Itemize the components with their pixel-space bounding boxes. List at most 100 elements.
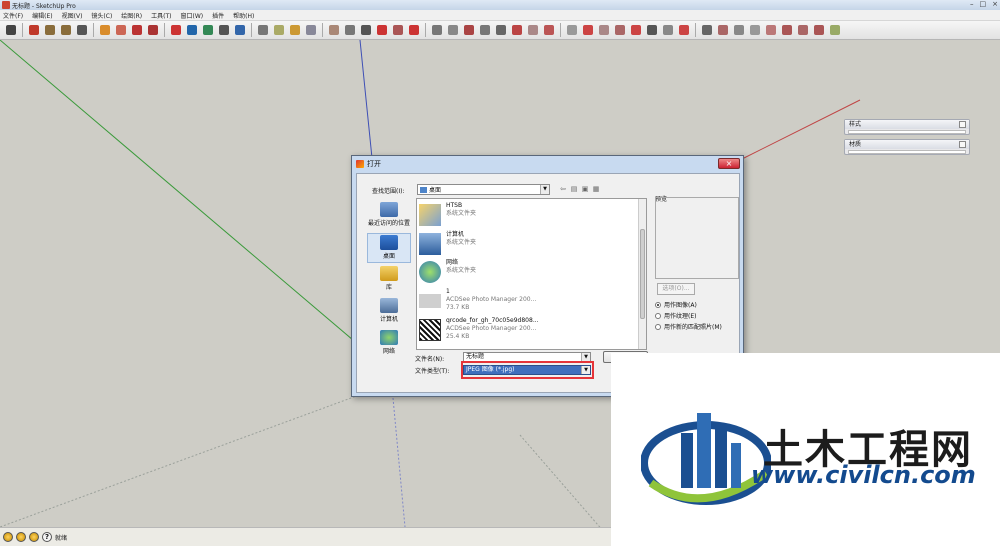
tool-icon-39[interactable] xyxy=(661,23,675,37)
options-button[interactable]: 选项(O)... xyxy=(657,283,695,295)
tool-icon-5[interactable] xyxy=(75,23,89,37)
tool-icon-41[interactable] xyxy=(700,23,714,37)
new-folder-icon[interactable]: ▣ xyxy=(581,185,589,193)
tool-icon-40[interactable] xyxy=(677,23,691,37)
tool-icon-31[interactable] xyxy=(526,23,540,37)
help-icon[interactable]: ? xyxy=(42,532,52,542)
place-library[interactable]: 库 xyxy=(367,265,411,295)
materials-panel[interactable]: 材质 xyxy=(844,139,970,155)
place-computer[interactable]: 计算机 xyxy=(367,297,411,327)
tool-icon-34[interactable] xyxy=(581,23,595,37)
list-item[interactable]: 网络 系统文件夹 xyxy=(419,259,637,287)
tool-icon-43[interactable] xyxy=(732,23,746,37)
tool-icon-3[interactable] xyxy=(43,23,57,37)
list-item[interactable]: HTSB 系统文件夹 xyxy=(419,202,637,230)
geolocation-icon[interactable] xyxy=(3,532,13,542)
chevron-down-icon[interactable]: ▼ xyxy=(581,353,590,361)
file-list[interactable]: HTSB 系统文件夹 计算机 系统文件夹 网络 系统文件夹 1 ACDSee Photo… xyxy=(416,198,647,350)
place-network[interactable]: 网络 xyxy=(367,329,411,359)
tool-icon-36[interactable] xyxy=(613,23,627,37)
tool-icon-49[interactable] xyxy=(828,23,842,37)
menu-tools[interactable]: 工具(T) xyxy=(151,11,171,20)
tool-icon-42[interactable] xyxy=(716,23,730,37)
radio-icon[interactable] xyxy=(655,312,661,319)
place-recent[interactable]: 最近访问的位置 xyxy=(367,201,411,231)
maximize-icon[interactable]: □ xyxy=(980,0,987,8)
minimize-icon[interactable]: – xyxy=(970,0,974,8)
tool-icon-35[interactable] xyxy=(597,23,611,37)
tool-icon-6[interactable] xyxy=(98,23,112,37)
dialog-close-button[interactable]: × xyxy=(718,158,740,169)
tool-icon-7[interactable] xyxy=(114,23,128,37)
radio-use-as-match-photo[interactable]: 用作新的匹配照片(M) xyxy=(655,322,722,331)
panel-expand-icon[interactable] xyxy=(959,141,966,148)
tool-icon-16[interactable] xyxy=(272,23,286,37)
chevron-down-icon[interactable]: ▼ xyxy=(540,185,549,194)
list-item[interactable]: 计算机 系统文件夹 xyxy=(419,231,637,259)
close-icon[interactable]: × xyxy=(992,0,998,8)
menu-edit[interactable]: 编辑(E) xyxy=(32,11,52,20)
tool-icon-23[interactable] xyxy=(391,23,405,37)
tool-icon-13[interactable] xyxy=(217,23,231,37)
tool-icon-1[interactable] xyxy=(4,23,18,37)
tool-icon-32[interactable] xyxy=(542,23,556,37)
tool-icon-18[interactable] xyxy=(304,23,318,37)
tool-icon-2[interactable] xyxy=(27,23,41,37)
menu-camera[interactable]: 镜头(C) xyxy=(91,11,112,20)
menu-file[interactable]: 文件(F) xyxy=(3,11,23,20)
tool-icon-44[interactable] xyxy=(748,23,762,37)
preview-box xyxy=(655,197,739,279)
tool-icon-4[interactable] xyxy=(59,23,73,37)
file-list-scrollbar[interactable] xyxy=(638,199,646,349)
scrollbar-thumb[interactable] xyxy=(640,229,645,319)
tool-icon-33[interactable] xyxy=(565,23,579,37)
tool-icon-21[interactable] xyxy=(359,23,373,37)
tool-icon-14[interactable] xyxy=(233,23,247,37)
tool-icon-28[interactable] xyxy=(478,23,492,37)
back-icon[interactable]: ⇦ xyxy=(559,185,567,193)
tool-icon-29[interactable] xyxy=(494,23,508,37)
tool-icon-38[interactable] xyxy=(645,23,659,37)
tool-icon-19[interactable] xyxy=(327,23,341,37)
tool-icon-8[interactable] xyxy=(130,23,144,37)
radio-icon[interactable] xyxy=(655,323,661,330)
tool-icon-30[interactable] xyxy=(510,23,524,37)
menu-help[interactable]: 帮助(H) xyxy=(233,11,254,20)
menu-view[interactable]: 视图(V) xyxy=(62,11,83,20)
tool-icon-12[interactable] xyxy=(201,23,215,37)
list-item[interactable]: 1 ACDSee Photo Manager 200... 73.7 KB xyxy=(419,288,637,316)
menu-plugins[interactable]: 插件 xyxy=(212,11,224,20)
panel-expand-icon[interactable] xyxy=(959,121,966,128)
list-item[interactable]: qrcode_for_gh_70c05e9d808... ACDSee Photo… xyxy=(419,317,637,345)
styles-panel[interactable]: 样式 xyxy=(844,119,970,135)
tool-icon-9[interactable] xyxy=(146,23,160,37)
tool-icon-25[interactable] xyxy=(430,23,444,37)
tool-icon-15[interactable] xyxy=(256,23,270,37)
radio-use-as-image[interactable]: 用作图像(A) xyxy=(655,300,697,309)
tool-icon-37[interactable] xyxy=(629,23,643,37)
radio-selected-icon[interactable] xyxy=(655,301,661,308)
look-in-select[interactable]: 桌面 ▼ xyxy=(417,184,550,195)
file-type: ACDSee Photo Manager 200... xyxy=(446,296,537,303)
tool-icon-22[interactable] xyxy=(375,23,389,37)
tool-icon-27[interactable] xyxy=(462,23,476,37)
look-in-label: 查找范围(I): xyxy=(372,188,405,195)
credits-icon[interactable] xyxy=(16,532,26,542)
tool-icon-45[interactable] xyxy=(764,23,778,37)
tool-icon-20[interactable] xyxy=(343,23,357,37)
tool-icon-26[interactable] xyxy=(446,23,460,37)
up-folder-icon[interactable]: ▤ xyxy=(570,185,578,193)
tool-icon-17[interactable] xyxy=(288,23,302,37)
tool-icon-10[interactable] xyxy=(169,23,183,37)
tool-icon-48[interactable] xyxy=(812,23,826,37)
radio-use-as-texture[interactable]: 用作纹理(E) xyxy=(655,311,696,320)
place-desktop[interactable]: 桌面 xyxy=(367,233,411,263)
menu-draw[interactable]: 绘图(R) xyxy=(121,11,142,20)
view-menu-icon[interactable]: ▦ xyxy=(592,185,600,193)
tool-icon-11[interactable] xyxy=(185,23,199,37)
menu-window[interactable]: 窗口(W) xyxy=(181,11,204,20)
user-icon[interactable] xyxy=(29,532,39,542)
tool-icon-47[interactable] xyxy=(796,23,810,37)
tool-icon-24[interactable] xyxy=(407,23,421,37)
tool-icon-46[interactable] xyxy=(780,23,794,37)
